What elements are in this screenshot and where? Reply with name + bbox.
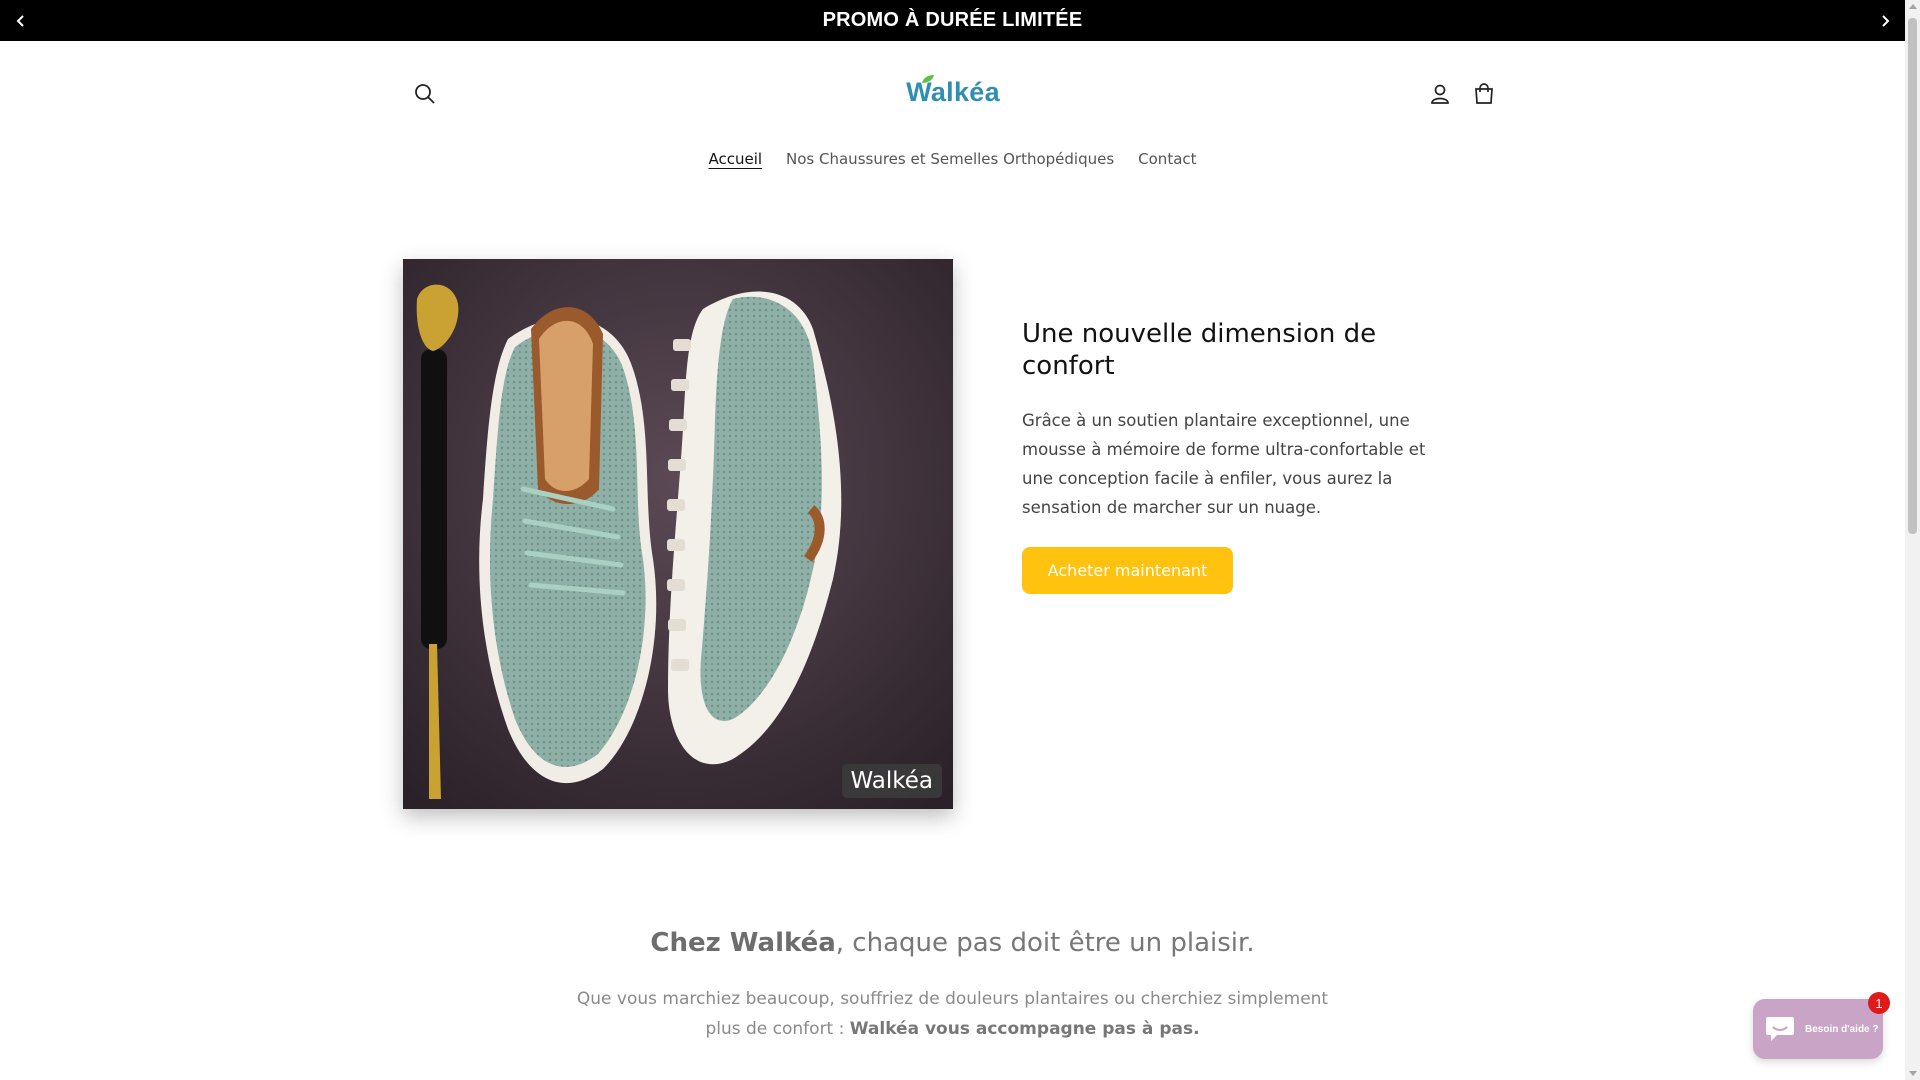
- cart-icon: [1475, 83, 1493, 104]
- hero-description: Grâce à un soutien plantaire exceptionne…: [1022, 411, 1426, 517]
- hero-text-block: Une nouvelle dimension de confort Grâce …: [1022, 318, 1442, 522]
- scroll-down-icon[interactable]: [1909, 1071, 1917, 1076]
- chat-widget-button[interactable]: Besoin d'aide ?: [1753, 999, 1883, 1059]
- leaf-icon: [922, 75, 934, 83]
- account-icon: [1431, 84, 1449, 104]
- sneakers-illustration: [403, 259, 953, 809]
- hero-product-image: Walkéa: [403, 259, 953, 809]
- section-heading: Chez Walkéa, chaque pas doit être un pla…: [0, 928, 1905, 958]
- nav-item-shoes[interactable]: Nos Chaussures et Semelles Orthopédiques: [786, 144, 1114, 174]
- section-description-strong: Walkéa vous accompagne pas à pas.: [849, 1019, 1200, 1039]
- chevron-left-icon: [16, 14, 24, 27]
- chevron-right-icon: [1881, 14, 1889, 27]
- main-nav: Accueil Nos Chaussures et Semelles Ortho…: [0, 144, 1905, 174]
- chat-label: Besoin d'aide ?: [1805, 1023, 1879, 1035]
- site-logo[interactable]: Walkéa: [906, 75, 1000, 108]
- nav-item-contact[interactable]: Contact: [1138, 144, 1196, 174]
- account-button[interactable]: [1418, 72, 1462, 116]
- announcement-next-button[interactable]: [1864, 0, 1905, 41]
- buy-now-button[interactable]: Acheter maintenant: [1022, 547, 1233, 594]
- section-heading-rest: , chaque pas doit être un plaisir.: [835, 928, 1255, 958]
- search-icon: [415, 84, 435, 104]
- scroll-up-icon[interactable]: [1909, 4, 1917, 9]
- page-scrollbar[interactable]: [1905, 0, 1920, 1080]
- image-watermark: Walkéa: [841, 764, 942, 798]
- announcement-text: PROMO À DURÉE LIMITÉE: [822, 9, 1083, 31]
- chat-notification-badge: 1: [1868, 992, 1890, 1014]
- announcement-prev-button[interactable]: [0, 0, 41, 41]
- hero-title: Une nouvelle dimension de confort: [1022, 319, 1377, 381]
- chat-bubble-icon: [1766, 1017, 1794, 1041]
- announcement-bar: PROMO À DURÉE LIMITÉE: [0, 0, 1905, 41]
- section-heading-strong: Chez Walkéa: [650, 928, 836, 958]
- scrollbar-thumb[interactable]: [1908, 18, 1917, 534]
- nav-item-accueil[interactable]: Accueil: [708, 144, 762, 174]
- search-button[interactable]: [403, 72, 447, 116]
- cart-button[interactable]: [1462, 72, 1506, 116]
- section-description: Que vous marchiez beaucoup, souffriez de…: [560, 984, 1345, 1044]
